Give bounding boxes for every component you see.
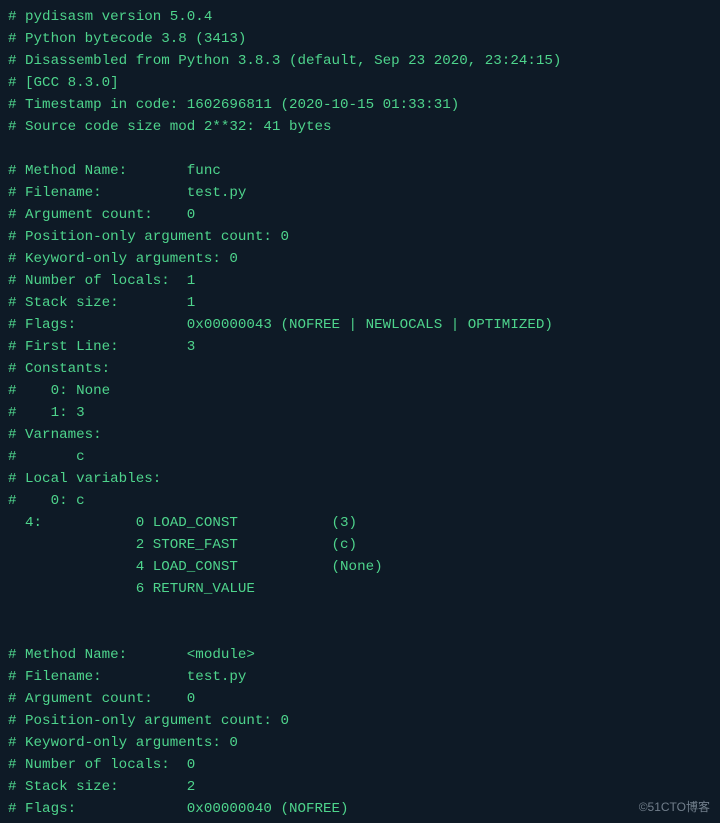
code-line: # Method Name: func	[8, 163, 221, 179]
code-line: # Timestamp in code: 1602696811 (2020-10…	[8, 97, 459, 113]
code-line: # pydisasm version 5.0.4	[8, 9, 212, 25]
code-line: 6 RETURN_VALUE	[8, 581, 255, 597]
code-line: # First Line: 3	[8, 339, 195, 355]
code-line: # Stack size: 1	[8, 295, 195, 311]
code-line: # 1: 3	[8, 405, 85, 421]
code-line: # Varnames:	[8, 427, 102, 443]
code-line: # c	[8, 449, 85, 465]
code-line: # Flags: 0x00000040 (NOFREE)	[8, 801, 349, 817]
code-line: # Argument count: 0	[8, 691, 195, 707]
code-line: # Flags: 0x00000043 (NOFREE | NEWLOCALS …	[8, 317, 553, 333]
code-line: # Keyword-only arguments: 0	[8, 251, 238, 267]
code-line: 4 LOAD_CONST (None)	[8, 559, 383, 575]
code-line: 4: 0 LOAD_CONST (3)	[8, 515, 357, 531]
code-line: # Source code size mod 2**32: 41 bytes	[8, 119, 332, 135]
code-line: # Position-only argument count: 0	[8, 229, 289, 245]
disassembly-output: # pydisasm version 5.0.4 # Python byteco…	[0, 0, 720, 823]
code-line: # Position-only argument count: 0	[8, 713, 289, 729]
code-line: # Number of locals: 1	[8, 273, 195, 289]
watermark-text: ©51CTO博客	[639, 798, 710, 815]
code-line: # Number of locals: 0	[8, 757, 195, 773]
code-line: # Python bytecode 3.8 (3413)	[8, 31, 246, 47]
code-line: # Filename: test.py	[8, 669, 246, 685]
code-line: # Keyword-only arguments: 0	[8, 735, 238, 751]
code-line: # Disassembled from Python 3.8.3 (defaul…	[8, 53, 561, 69]
code-line: # Stack size: 2	[8, 779, 195, 795]
code-line: # [GCC 8.3.0]	[8, 75, 119, 91]
code-line: # Constants:	[8, 361, 110, 377]
code-line: # Filename: test.py	[8, 185, 246, 201]
code-line: # Local variables:	[8, 471, 161, 487]
code-line: # 0: None	[8, 383, 110, 399]
code-line: # Argument count: 0	[8, 207, 195, 223]
code-line: # 0: c	[8, 493, 85, 509]
code-line: 2 STORE_FAST (c)	[8, 537, 357, 553]
code-line: # Method Name: <module>	[8, 647, 255, 663]
